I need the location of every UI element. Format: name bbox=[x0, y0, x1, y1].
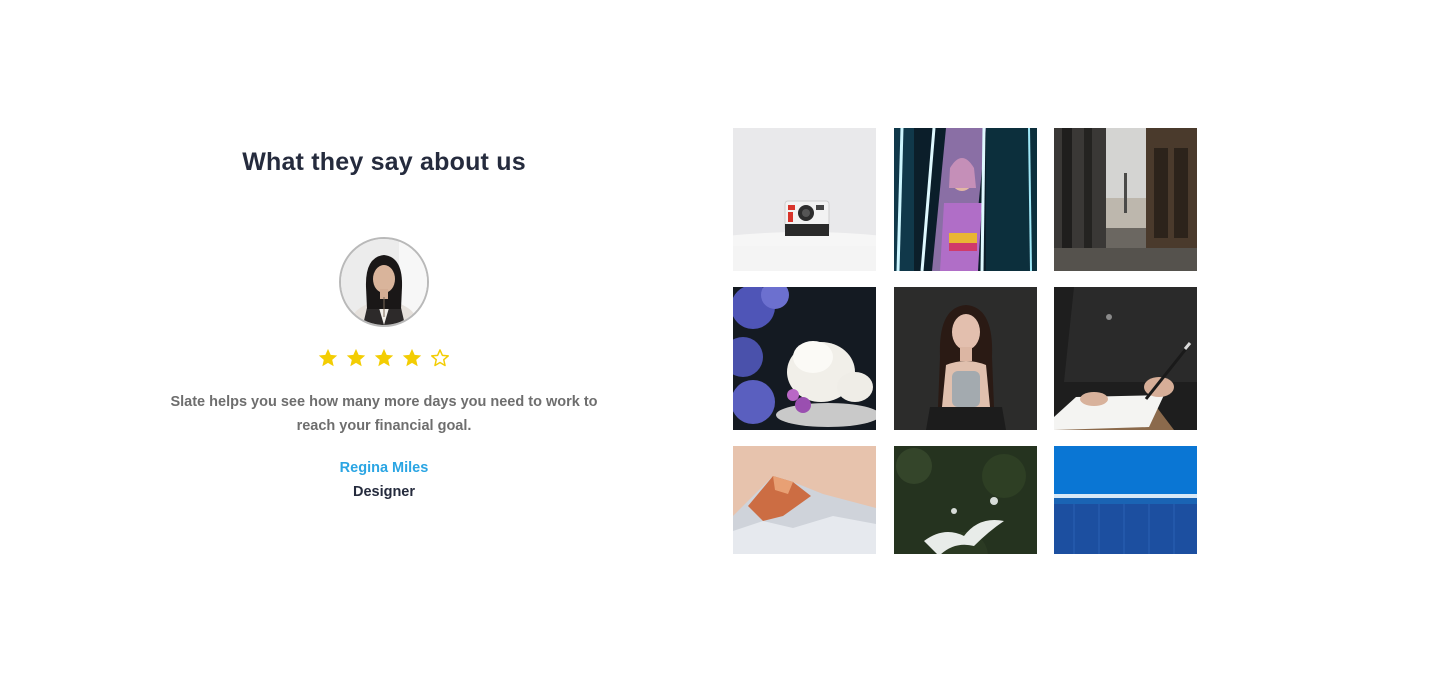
testimonial-panel: What they say about us Slate helps you s… bbox=[164, 0, 604, 682]
star-filled-icon bbox=[346, 348, 366, 367]
meringue-flowers-photo[interactable] bbox=[733, 287, 876, 430]
section-title: What they say about us bbox=[242, 148, 526, 176]
photo-gallery bbox=[733, 128, 1197, 554]
neon-portrait-photo[interactable] bbox=[894, 128, 1037, 271]
writing-hand-photo[interactable] bbox=[1054, 287, 1197, 430]
polaroid-camera-photo[interactable] bbox=[733, 128, 876, 271]
testimonials-section: What they say about us Slate helps you s… bbox=[0, 0, 1440, 682]
star-outline-icon bbox=[431, 349, 449, 367]
avatar bbox=[339, 237, 429, 327]
star-rating bbox=[317, 345, 451, 371]
author-name[interactable]: Regina Miles bbox=[164, 460, 604, 476]
star-filled-icon bbox=[374, 348, 394, 367]
testimonial-quote: Slate helps you see how many more days y… bbox=[170, 394, 598, 434]
star-filled-icon bbox=[402, 348, 422, 367]
mountain-peak-photo[interactable] bbox=[733, 446, 876, 554]
author-role: Designer bbox=[352, 484, 416, 500]
paris-street-photo[interactable] bbox=[1054, 128, 1197, 271]
woman-portrait-photo[interactable] bbox=[894, 287, 1037, 430]
quote-viewport: Slate helps you see how many more days y… bbox=[164, 390, 604, 442]
forest-aerial-photo[interactable] bbox=[894, 446, 1037, 554]
blue-building-photo[interactable] bbox=[1054, 446, 1197, 554]
star-filled-icon bbox=[318, 348, 338, 367]
